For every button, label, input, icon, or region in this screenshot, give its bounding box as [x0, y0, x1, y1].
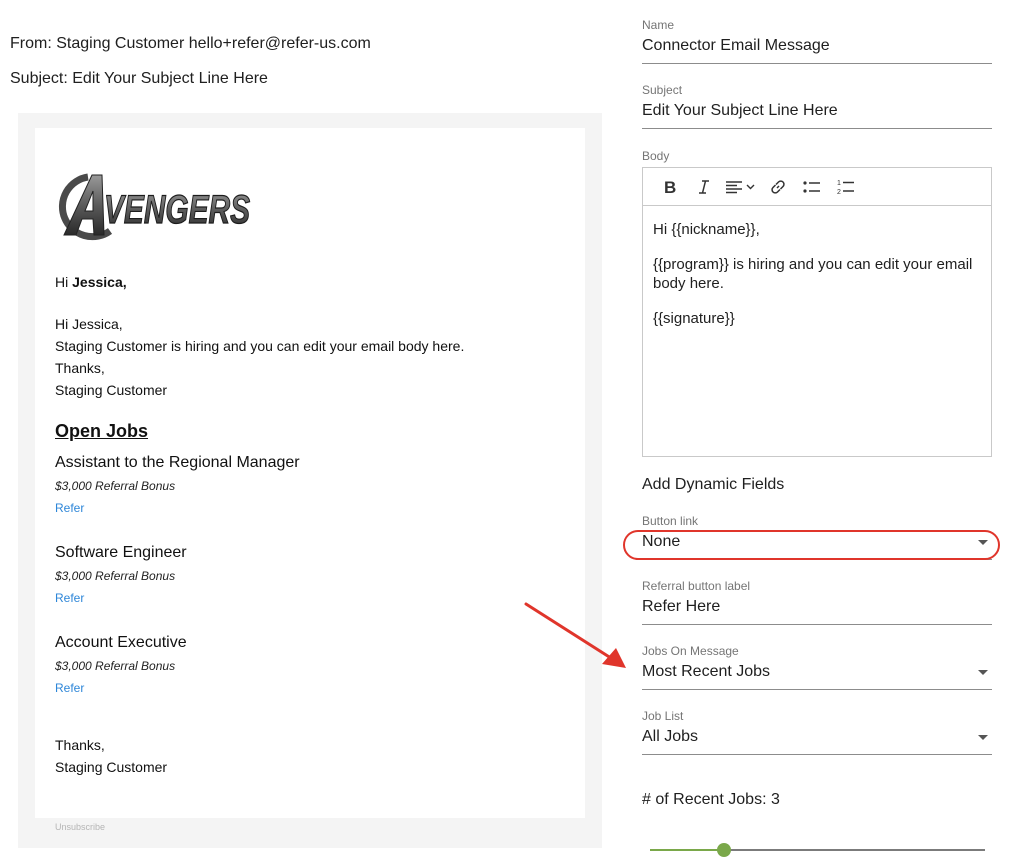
jobs-on-message-value: Most Recent Jobs: [642, 663, 771, 680]
referral-button-label-field[interactable]: Referral button label Refer Here: [642, 579, 992, 625]
job-bonus: $3,000 Referral Bonus: [55, 479, 176, 493]
subject-field-label: Subject: [642, 83, 683, 97]
job-title: Software Engineer: [55, 544, 187, 561]
email-body: Hi Jessica, Staging Customer is hiring a…: [55, 313, 464, 401]
signoff-line: Thanks,: [55, 737, 105, 753]
numbered-list-icon[interactable]: 12: [829, 174, 863, 200]
jobs-on-message-field[interactable]: Jobs On Message Most Recent Jobs: [642, 644, 992, 690]
signoff-line: Staging Customer: [55, 759, 168, 775]
body-field-label: Body: [642, 149, 670, 163]
button-link-value: None: [642, 533, 681, 550]
job-item: Software Engineer $3,000 Referral Bonus …: [55, 543, 187, 606]
email-body-line: Hi Jessica,: [55, 316, 123, 332]
editor-paragraph: {{program}} is hiring and you can edit y…: [653, 256, 973, 292]
dropdown-caret-icon: [978, 670, 988, 675]
button-link-label: Button link: [642, 514, 699, 528]
open-jobs-heading: Open Jobs: [55, 421, 149, 441]
job-bonus: $3,000 Referral Bonus: [55, 569, 176, 583]
job-item: Assistant to the Regional Manager $3,000…: [55, 453, 300, 516]
button-link-select[interactable]: None: [642, 532, 992, 560]
editor-toolbar: B 12: [643, 168, 991, 206]
dropdown-caret-icon: [978, 540, 988, 545]
bullet-list-icon[interactable]: [795, 174, 829, 200]
bold-icon[interactable]: B: [653, 174, 687, 200]
annotation-arrow-icon: [524, 602, 626, 668]
svg-text:2: 2: [837, 189, 841, 195]
subject-line: Subject: Edit Your Subject Line Here: [10, 70, 268, 87]
name-input[interactable]: Connector Email Message: [642, 36, 992, 64]
jobs-on-message-select[interactable]: Most Recent Jobs: [642, 662, 992, 690]
recent-jobs-slider[interactable]: [650, 840, 985, 860]
subject-field[interactable]: Subject Edit Your Subject Line Here: [642, 83, 992, 129]
email-body-line: Staging Customer: [55, 382, 168, 398]
button-link-field[interactable]: Button link None: [642, 514, 992, 560]
jobs-on-message-label: Jobs On Message: [642, 644, 739, 658]
editor-content[interactable]: Hi {{nickname}}, {{program}} is hiring a…: [643, 206, 991, 328]
job-refer-link[interactable]: Refer: [55, 680, 187, 696]
slider-thumb[interactable]: [716, 843, 731, 857]
editor-paragraph: {{signature}}: [653, 310, 735, 327]
link-icon[interactable]: [761, 174, 795, 200]
referral-button-label-label: Referral button label: [642, 579, 751, 593]
referral-button-label-input[interactable]: Refer Here: [642, 597, 992, 625]
subject-input[interactable]: Edit Your Subject Line Here: [642, 101, 992, 129]
svg-text:B: B: [664, 179, 676, 195]
align-left-icon[interactable]: [721, 174, 761, 200]
greeting-name: Jessica,: [72, 274, 127, 290]
recent-jobs-label: # of Recent Jobs: 3: [642, 791, 780, 808]
job-refer-link[interactable]: Refer: [55, 590, 187, 606]
job-list-select[interactable]: All Jobs: [642, 727, 992, 755]
job-list-label: Job List: [642, 709, 684, 723]
name-field[interactable]: Name Connector Email Message: [642, 18, 992, 64]
email-preview-frame: VENGERS Hi Jessica, Hi Jessica, Staging …: [18, 113, 602, 848]
job-list-value: All Jobs: [642, 728, 699, 745]
job-refer-link[interactable]: Refer: [55, 500, 300, 516]
email-signoff: Thanks, Staging Customer: [55, 734, 167, 778]
email-greeting: Hi Jessica,: [55, 271, 127, 293]
svg-text:1: 1: [837, 180, 841, 187]
job-title: Assistant to the Regional Manager: [55, 454, 300, 471]
job-bonus: $3,000 Referral Bonus: [55, 659, 176, 673]
slider-fill: [650, 849, 724, 851]
avengers-logo: VENGERS: [59, 173, 251, 241]
greeting-prefix: Hi: [55, 274, 73, 290]
email-body-line: Staging Customer is hiring and you can e…: [55, 338, 465, 354]
editor-paragraph: Hi {{nickname}},: [653, 221, 760, 238]
email-body-line: Thanks,: [55, 360, 105, 376]
job-title: Account Executive: [55, 634, 187, 651]
dynamic-fields-title: Add Dynamic Fields: [642, 476, 785, 493]
svg-text:VENGERS: VENGERS: [104, 188, 250, 232]
name-field-label: Name: [642, 18, 675, 32]
job-list-field[interactable]: Job List All Jobs: [642, 709, 992, 755]
from-line: From: Staging Customer hello+refer@refer…: [10, 35, 371, 52]
dropdown-caret-icon: [978, 735, 988, 740]
body-editor[interactable]: B 12 Hi {{nickname}}, {{program}} is hir…: [642, 167, 992, 457]
email-preview-card: VENGERS Hi Jessica, Hi Jessica, Staging …: [35, 128, 585, 818]
unsubscribe-link[interactable]: Unsubscribe: [55, 822, 105, 832]
italic-icon[interactable]: [687, 174, 721, 200]
job-item: Account Executive $3,000 Referral Bonus …: [55, 633, 187, 696]
